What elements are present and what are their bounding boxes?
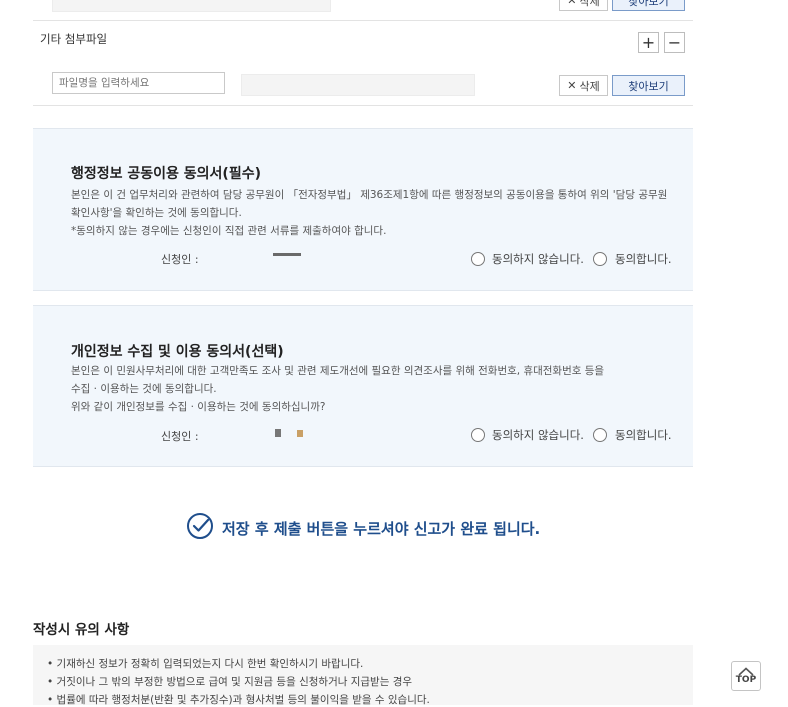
admin-consent-text-2: 확인사항'을 확인하는 것에 동의합니다. (71, 207, 242, 219)
delete-button-top[interactable]: ✕ 삭제 (559, 0, 608, 11)
admin-consent-text-1: 본인은 이 건 업무처리와 관련하여 담당 공무원이 「전자정부법」 제36조제… (71, 189, 668, 201)
privacy-consent-text-1: 본인은 이 민원사무처리에 대한 고객만족도 조사 및 관련 제도개선에 필요한… (71, 365, 605, 377)
other-attach-title: 기타 첨부파일 (40, 32, 108, 46)
delete-button[interactable]: ✕ 삭제 (559, 75, 608, 96)
submit-notice: 저장 후 제출 버튼을 누르셔야 신고가 완료 됩니다. (222, 520, 541, 538)
list-item: • 거짓이나 그 밖의 부정한 방법으로 급여 및 지원금 등을 신청하거나 지… (47, 676, 413, 688)
admin-consent-section: 행정정보 공동이용 동의서(필수) 본인은 이 건 업무처리와 관련하여 담당 … (33, 128, 693, 291)
admin-signer-label: 신청인 : (161, 253, 199, 266)
caution-title: 작성시 유의 사항 (33, 622, 130, 638)
find-button[interactable]: 찾아보기 (612, 75, 685, 96)
close-icon: ✕ (567, 79, 577, 92)
signer-name-redacted (275, 429, 281, 437)
close-icon: ✕ (567, 0, 577, 7)
add-file-button[interactable]: + (638, 32, 659, 53)
check-circle-icon (186, 512, 214, 540)
admin-disagree-radio[interactable] (471, 252, 485, 266)
privacy-agree-radio[interactable] (593, 428, 607, 442)
filename-input[interactable] (52, 72, 225, 94)
file-path-display (241, 74, 475, 96)
privacy-signer-label: 신청인 : (161, 430, 199, 443)
filename-display-top (52, 0, 331, 12)
privacy-disagree-radio[interactable] (471, 428, 485, 442)
top-label: TOP (735, 675, 757, 685)
divider (33, 20, 693, 21)
admin-consent-text-3: *동의하지 않는 경우에는 신청인이 직접 관련 서류를 제출하여야 합니다. (71, 225, 387, 237)
signer-name-redacted (297, 430, 303, 437)
admin-consent-title: 행정정보 공동이용 동의서(필수) (71, 166, 261, 182)
scroll-top-button[interactable]: TOP (731, 661, 761, 691)
privacy-agree-label: 동의합니다. (615, 428, 672, 442)
privacy-consent-text-2: 수집 · 이용하는 것에 동의합니다. (71, 383, 217, 395)
list-item: • 기재하신 정보가 정확히 입력되었는지 다시 한번 확인하시기 바랍니다. (47, 658, 364, 670)
privacy-consent-text-3: 위와 같이 개인정보를 수집 · 이용하는 것에 동의하십니까? (71, 401, 326, 413)
privacy-consent-title: 개인정보 수집 및 이용 동의서(선택) (71, 344, 284, 360)
admin-disagree-label: 동의하지 않습니다. (492, 252, 584, 266)
find-button-top[interactable]: 찾아보기 (612, 0, 685, 11)
privacy-disagree-label: 동의하지 않습니다. (492, 428, 584, 442)
remove-file-button[interactable]: − (664, 32, 685, 53)
caution-box: • 기재하신 정보가 정확히 입력되었는지 다시 한번 확인하시기 바랍니다. … (33, 645, 693, 706)
admin-agree-label: 동의합니다. (615, 252, 672, 266)
signer-name-redacted (273, 253, 301, 256)
admin-agree-radio[interactable] (593, 252, 607, 266)
divider (33, 105, 693, 106)
privacy-consent-section: 개인정보 수집 및 이용 동의서(선택) 본인은 이 민원사무처리에 대한 고객… (33, 305, 693, 467)
